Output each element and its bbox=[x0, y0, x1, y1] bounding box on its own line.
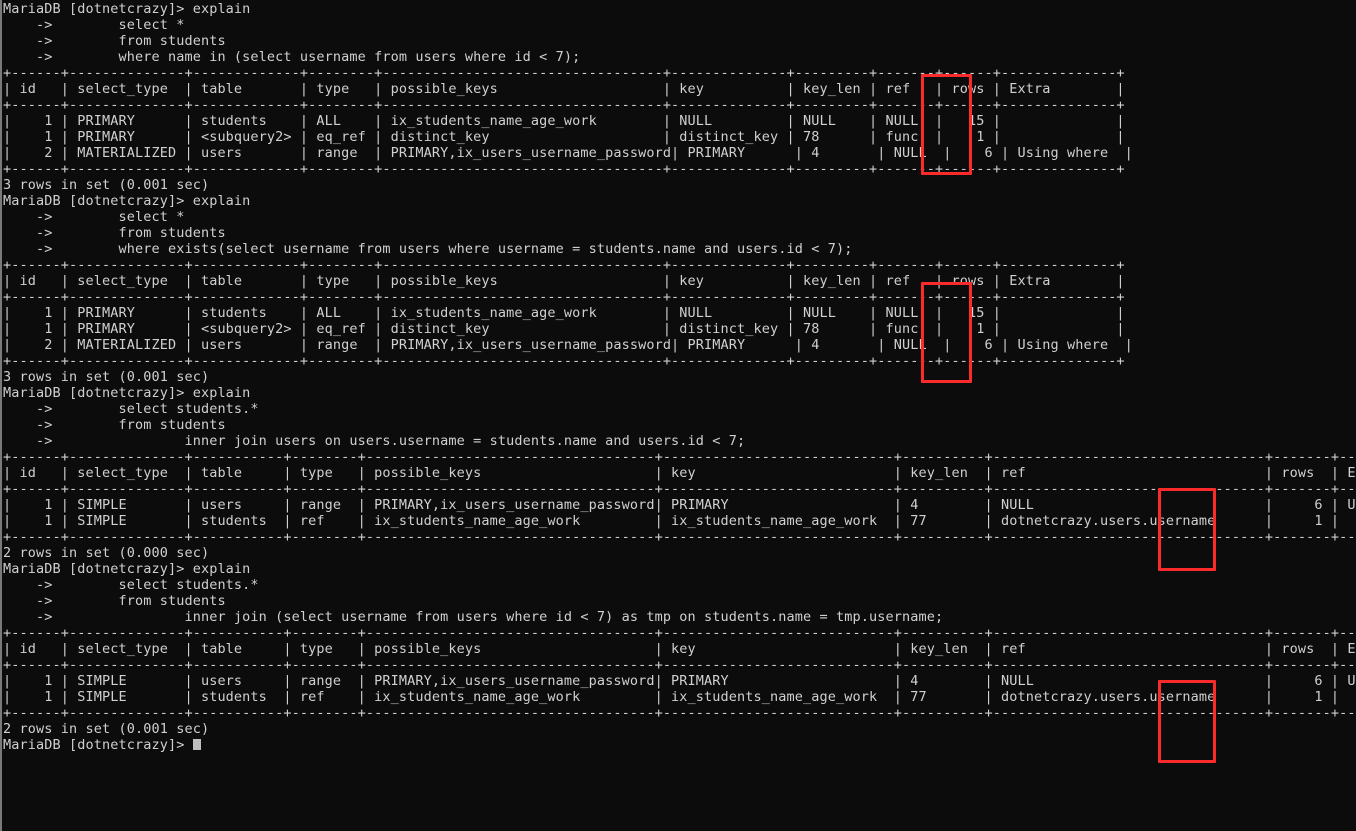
status-line-1: 3 rows in set (0.001 sec) bbox=[3, 177, 210, 193]
table-3-row-2: | 1 | SIMPLE | students | ref | ix_stude… bbox=[3, 513, 1356, 529]
table-2-row-2: | 1 | PRIMARY | <subquery2> | eq_ref | d… bbox=[3, 321, 1125, 337]
command-line-2: MariaDB [dotnetcrazy]> explain bbox=[3, 193, 251, 209]
final-prompt[interactable]: MariaDB [dotnetcrazy]> bbox=[0, 737, 1356, 753]
table-1-border-mid: +------+--------------+-------------+---… bbox=[3, 97, 1125, 113]
query-line-1-2: -> from students bbox=[3, 33, 226, 49]
table-4-row-1: | 1 | SIMPLE | users | range | PRIMARY,i… bbox=[3, 673, 1356, 689]
query-line-1-1: -> select * bbox=[3, 17, 185, 33]
table-1-header-row: | id | select_type | table | type | poss… bbox=[3, 81, 1125, 97]
status-line-4: 2 rows in set (0.001 sec) bbox=[3, 721, 210, 737]
table-3-row-1: | 1 | SIMPLE | users | range | PRIMARY,i… bbox=[3, 497, 1356, 513]
table-2-row-3: | 2 | MATERIALIZED | users | range | PRI… bbox=[3, 337, 1133, 353]
table-2-row-1: | 1 | PRIMARY | students | ALL | ix_stud… bbox=[3, 305, 1125, 321]
table-1-border-bottom: +------+--------------+-------------+---… bbox=[3, 161, 1125, 177]
query-line-2-3: -> where exists(select username from use… bbox=[3, 241, 853, 257]
table-2-border-mid: +------+--------------+-------------+---… bbox=[3, 289, 1125, 305]
table-2-border-bottom: +------+--------------+-------------+---… bbox=[3, 353, 1125, 369]
table-4-border-mid: +------+--------------+-----------+-----… bbox=[3, 657, 1356, 673]
table-4-border-top: +------+--------------+-----------+-----… bbox=[3, 625, 1356, 641]
query-line-4-3: -> inner join (select username from user… bbox=[3, 609, 944, 625]
table-1-row-2: | 1 | PRIMARY | <subquery2> | eq_ref | d… bbox=[3, 129, 1125, 145]
table-1-border-top: +------+--------------+-------------+---… bbox=[3, 65, 1125, 81]
table-1-row-1: | 1 | PRIMARY | students | ALL | ix_stud… bbox=[3, 113, 1125, 129]
status-line-3: 2 rows in set (0.000 sec) bbox=[3, 545, 210, 561]
command-line-3: MariaDB [dotnetcrazy]> explain bbox=[3, 385, 251, 401]
query-line-2-1: -> select * bbox=[3, 209, 185, 225]
table-2-header-row: | id | select_type | table | type | poss… bbox=[3, 273, 1125, 289]
query-line-3-1: -> select students.* bbox=[3, 401, 259, 417]
table-3-border-mid: +------+--------------+-----------+-----… bbox=[3, 481, 1356, 497]
query-line-4-1: -> select students.* bbox=[3, 577, 259, 593]
query-line-3-3: -> inner join users on users.username = … bbox=[3, 433, 746, 449]
table-4-border-bottom: +------+--------------+-----------+-----… bbox=[3, 705, 1356, 721]
table-2-border-top: +------+--------------+-------------+---… bbox=[3, 257, 1125, 273]
cursor bbox=[192, 739, 201, 750]
query-line-1-3: -> where name in (select username from u… bbox=[3, 49, 581, 65]
terminal-output: MariaDB [dotnetcrazy]> explain -> select… bbox=[0, 1, 1356, 753]
table-4-row-2: | 1 | SIMPLE | students | ref | ix_stude… bbox=[3, 689, 1356, 705]
table-3-border-top: +------+--------------+-----------+-----… bbox=[3, 449, 1356, 465]
table-4-header-row: | id | select_type | table | type | poss… bbox=[3, 641, 1356, 657]
query-line-3-2: -> from students bbox=[3, 417, 226, 433]
status-line-2: 3 rows in set (0.001 sec) bbox=[3, 369, 210, 385]
query-line-2-2: -> from students bbox=[3, 225, 226, 241]
table-3-border-bottom: +------+--------------+-----------+-----… bbox=[3, 529, 1356, 545]
table-3-header-row: | id | select_type | table | type | poss… bbox=[3, 465, 1356, 481]
query-line-4-2: -> from students bbox=[3, 593, 226, 609]
terminal-window[interactable]: MariaDB [dotnetcrazy]> explain -> select… bbox=[0, 0, 1356, 831]
command-line-4: MariaDB [dotnetcrazy]> explain bbox=[3, 561, 251, 577]
command-line-1: MariaDB [dotnetcrazy]> explain bbox=[3, 1, 251, 17]
table-1-row-3: | 2 | MATERIALIZED | users | range | PRI… bbox=[3, 145, 1133, 161]
